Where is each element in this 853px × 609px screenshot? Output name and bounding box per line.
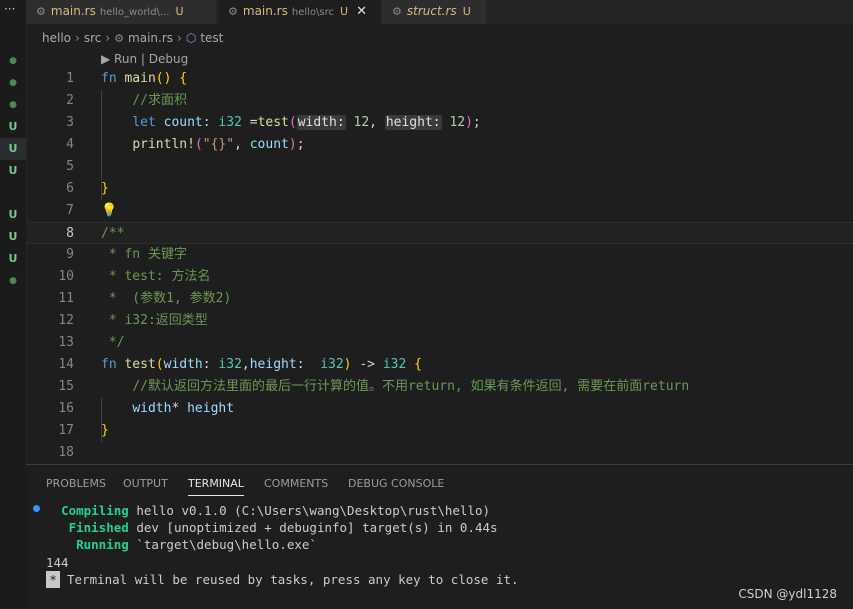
code-line: 14 fn test(width: i32,height: i32) -> i3… xyxy=(26,354,853,376)
more-actions-icon[interactable]: ··· xyxy=(4,2,15,16)
code-line: 4 println!("{}", count); xyxy=(26,134,853,156)
line-number: 17 xyxy=(58,423,74,438)
inlay-hint: width: xyxy=(296,115,346,130)
run-debug-codelens[interactable]: ▶ Run | Debug xyxy=(101,50,188,68)
tab-main-rs-hello-world[interactable]: ⚙ main.rs hello_world\... U xyxy=(26,0,217,24)
close-icon[interactable]: ✕ xyxy=(356,4,367,19)
terminal-line: Compiling hello v0.1.0 (C:\Users\wang\De… xyxy=(61,503,491,518)
line-number: 1 xyxy=(66,71,74,86)
editor-tab-bar: ⚙ main.rs hello_world\... U ⚙ main.rs hello\s… xyxy=(26,0,853,25)
line-number: 3 xyxy=(66,115,74,130)
git-marker: U xyxy=(8,164,18,177)
code-line: 15 //默认返回方法里面的最后一行计算的值。不用return, 如果有条件返回… xyxy=(26,376,853,398)
code-line-current: 8 /** xyxy=(26,222,853,244)
git-marker: U xyxy=(0,138,26,160)
bottom-panel: PROBLEMS OUTPUT TERMINAL COMMENTS DEBUG … xyxy=(26,464,853,609)
tab-description: hello_world\... xyxy=(99,7,170,18)
git-marker: U xyxy=(8,230,18,243)
tab-problems[interactable]: PROBLEMS xyxy=(46,473,106,495)
tab-output[interactable]: OUTPUT xyxy=(123,473,168,495)
terminal-line[interactable]: * Terminal will be reused by tasks, press… xyxy=(46,571,519,588)
tab-debug-console[interactable]: DEBUG CONSOLE xyxy=(348,473,444,495)
code-line: 7 💡 xyxy=(26,200,853,222)
line-number: 4 xyxy=(66,137,74,152)
watermark: CSDN @ydl1128 xyxy=(738,587,837,601)
line-number: 13 xyxy=(58,335,74,350)
line-number: 8 xyxy=(66,226,74,241)
tab-struct-rs[interactable]: ⚙ struct.rs U xyxy=(382,0,487,24)
tab-git-status: U xyxy=(340,5,349,18)
code-line: 13 */ xyxy=(26,332,853,354)
rust-file-icon: ⚙ xyxy=(114,32,125,45)
inlay-hint: height: xyxy=(384,115,442,130)
code-line: 18 xyxy=(26,442,853,464)
tab-label: main.rs xyxy=(50,4,96,18)
rust-file-icon: ⚙ xyxy=(392,5,402,18)
line-number: 9 xyxy=(66,247,74,262)
breadcrumb: hello › src › ⚙ main.rs › ⬡ test xyxy=(42,28,223,48)
git-marker: ● xyxy=(9,276,17,286)
chevron-right-icon: › xyxy=(177,31,182,45)
terminal-line: Finished dev [unoptimized + debuginfo] t… xyxy=(68,520,498,535)
code-line: 10 * test: 方法名 xyxy=(26,266,853,288)
git-marker: ● xyxy=(9,78,17,88)
tab-comments[interactable]: COMMENTS xyxy=(264,473,328,495)
code-line: 3 let count: i32 =test(width: 12, height… xyxy=(26,112,853,134)
function-symbol-icon: ⬡ xyxy=(185,31,197,45)
line-number: 12 xyxy=(58,313,74,328)
git-marker: U xyxy=(8,120,18,133)
rust-file-icon: ⚙ xyxy=(36,5,46,18)
breadcrumb-item-file[interactable]: main.rs xyxy=(128,31,173,45)
breadcrumb-item-symbol[interactable]: test xyxy=(200,31,223,45)
activity-gutter: ··· ● ● ● U U U U U U ● xyxy=(0,0,27,608)
tab-label: struct.rs xyxy=(406,4,457,18)
code-line: 2 //求面积 xyxy=(26,90,853,112)
line-number: 5 xyxy=(66,159,74,174)
code-line: 16 width* height xyxy=(26,398,853,420)
git-marker: ● xyxy=(9,56,17,66)
code-line: 5 xyxy=(26,156,853,178)
chevron-right-icon: › xyxy=(105,31,111,45)
tab-git-status: U xyxy=(175,5,184,18)
line-number: 15 xyxy=(58,379,74,394)
terminal-task-marker: * xyxy=(46,571,60,588)
tab-description: hello\src xyxy=(291,7,334,18)
tab-terminal[interactable]: TERMINAL xyxy=(188,473,244,496)
terminal-status-dot xyxy=(33,505,40,512)
code-line: 17 } xyxy=(26,420,853,442)
terminal-line: Running `target\debug\hello.exe` xyxy=(76,537,317,552)
line-number: 2 xyxy=(66,93,74,108)
terminal-output: 144 xyxy=(46,555,69,570)
line-number: 14 xyxy=(58,357,74,372)
breadcrumb-item-hello[interactable]: hello xyxy=(42,31,71,45)
line-number: 10 xyxy=(58,269,74,284)
line-number: 18 xyxy=(58,445,74,460)
line-number: 7 xyxy=(66,203,74,218)
line-number: 6 xyxy=(66,181,74,196)
git-marker: ● xyxy=(9,100,17,110)
rust-file-icon: ⚙ xyxy=(228,5,238,18)
code-line: 1 fn main() { xyxy=(26,68,853,90)
git-marker: U xyxy=(8,252,18,265)
code-line: 11 * (参数1, 参数2) xyxy=(26,288,853,310)
line-number: 16 xyxy=(58,401,74,416)
code-editor[interactable]: ▶ Run | Debug 1 fn main() { 2 //求面积 3 le… xyxy=(26,50,853,464)
code-line: 12 * i32:返回类型 xyxy=(26,310,853,332)
git-marker: U xyxy=(8,208,18,221)
code-line: 9 * fn 关键字 xyxy=(26,244,853,266)
line-number: 11 xyxy=(58,291,74,306)
tab-label: main.rs xyxy=(242,4,288,18)
tab-git-status: U xyxy=(462,5,471,18)
chevron-right-icon: › xyxy=(75,31,80,45)
tab-main-rs-hello[interactable]: ⚙ main.rs hello\src U ✕ xyxy=(218,0,381,24)
lightbulb-icon[interactable]: 💡 xyxy=(101,200,117,222)
code-line: 6 } xyxy=(26,178,853,200)
breadcrumb-item-src[interactable]: src xyxy=(84,31,102,45)
